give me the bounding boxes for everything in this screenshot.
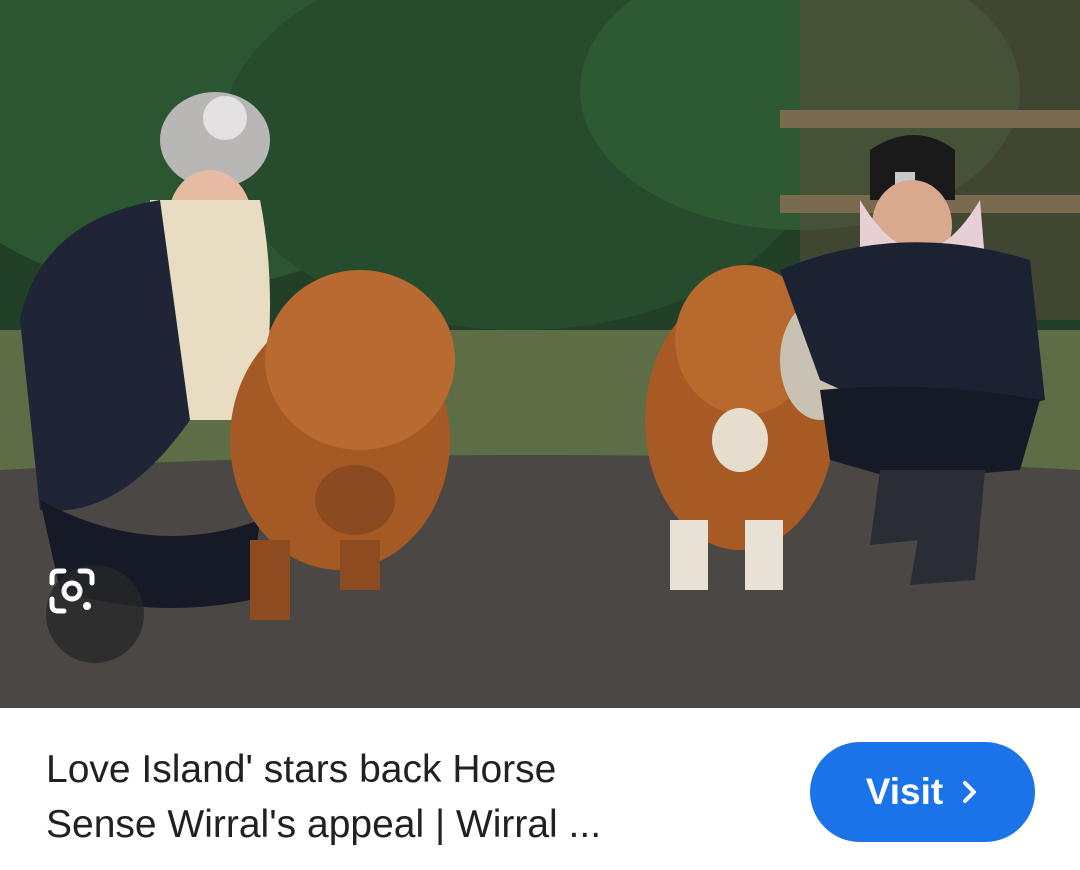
result-title[interactable]: Love Island' stars back Horse Sense Wirr… bbox=[46, 742, 766, 852]
visit-button[interactable]: Visit bbox=[810, 742, 1035, 842]
result-title-line-2: Sense Wirral's appeal | Wirral ... bbox=[46, 803, 602, 846]
chevron-right-icon bbox=[961, 779, 979, 805]
google-lens-button[interactable] bbox=[46, 565, 144, 663]
result-image[interactable] bbox=[0, 0, 1080, 708]
visit-button-label: Visit bbox=[865, 771, 944, 812]
photo-scene bbox=[0, 0, 1080, 708]
result-title-line-1: Love Island' stars back Horse bbox=[46, 748, 557, 791]
